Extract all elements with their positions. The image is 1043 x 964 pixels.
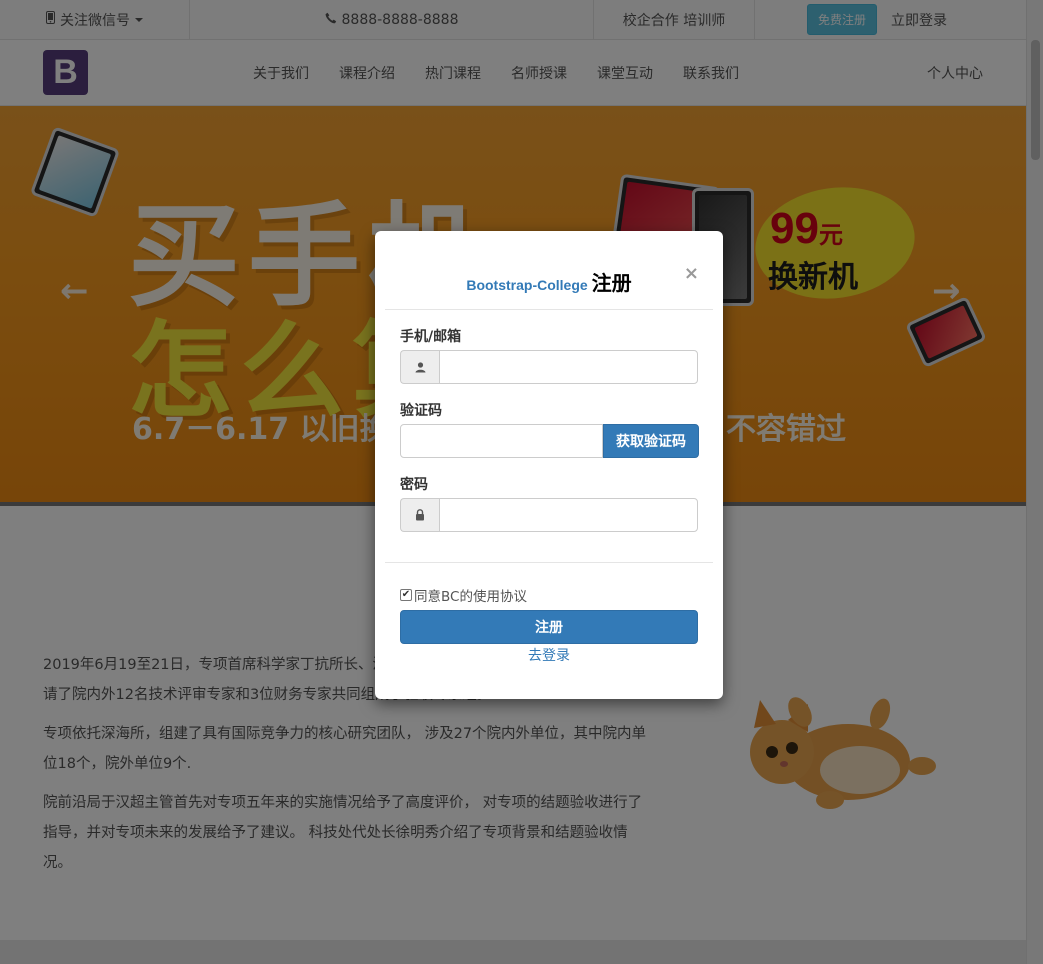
modal-divider bbox=[385, 562, 713, 563]
modal-header: Bootstrap-College 注册 × bbox=[385, 231, 713, 310]
agree-checkbox-row[interactable]: ✔ 同意BC的使用协议 bbox=[400, 585, 527, 605]
agree-checkbox[interactable]: ✔ bbox=[400, 589, 412, 601]
code-input[interactable] bbox=[400, 424, 603, 458]
phone-email-group bbox=[400, 350, 698, 384]
password-input[interactable] bbox=[439, 498, 698, 532]
password-group bbox=[400, 498, 698, 532]
password-label: 密码 bbox=[400, 477, 428, 493]
user-icon bbox=[400, 350, 439, 384]
phone-email-input[interactable] bbox=[439, 350, 698, 384]
register-modal: Bootstrap-College 注册 × 手机/邮箱 验证码 获取验证码 密码… bbox=[375, 231, 723, 699]
lock-icon bbox=[400, 498, 439, 532]
phone-email-label: 手机/邮箱 bbox=[400, 329, 462, 345]
goto-login-link[interactable]: 去登录 bbox=[375, 645, 723, 665]
modal-title-text: 注册 bbox=[591, 271, 632, 295]
register-submit-button[interactable]: 注册 bbox=[400, 610, 698, 644]
code-label: 验证码 bbox=[400, 403, 442, 419]
modal-title: Bootstrap-College 注册 bbox=[385, 267, 713, 296]
agree-text: 同意BC的使用协议 bbox=[414, 589, 527, 605]
close-icon[interactable]: × bbox=[684, 263, 699, 284]
get-code-button[interactable]: 获取验证码 bbox=[603, 424, 699, 458]
modal-brand: Bootstrap-College bbox=[466, 277, 588, 293]
